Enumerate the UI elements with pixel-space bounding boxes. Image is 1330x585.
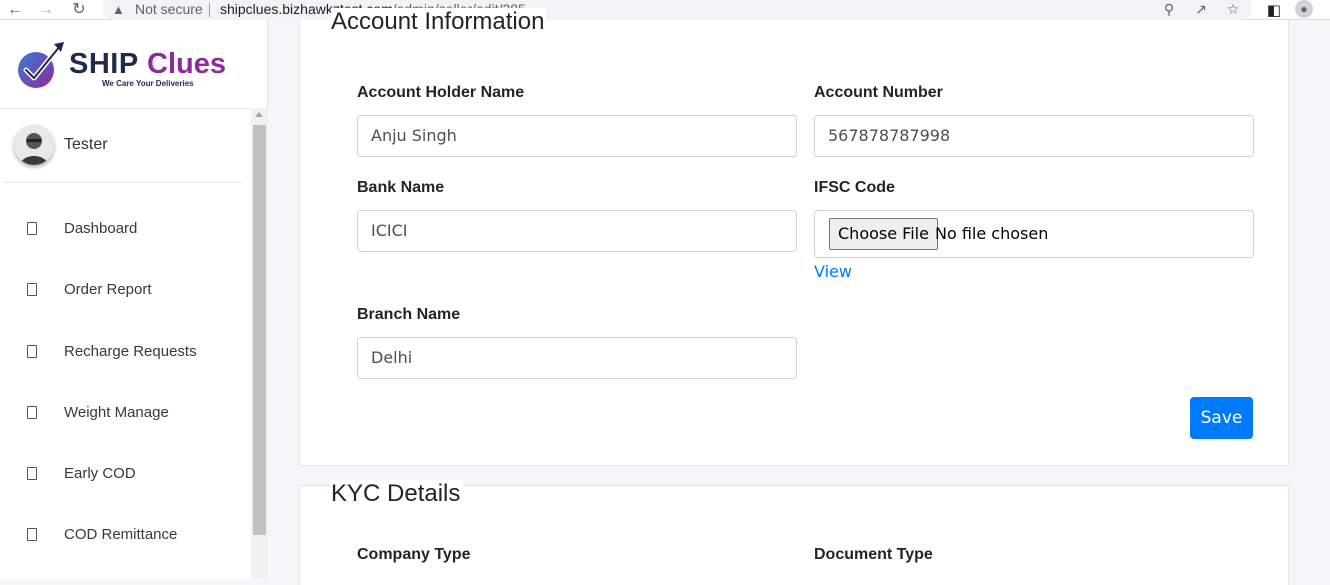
profile-avatar-icon[interactable]: ●: [1295, 0, 1313, 18]
logo-mark-icon: [18, 42, 64, 88]
account-holder-name-input[interactable]: Anju Singh: [357, 115, 797, 157]
forward-arrow-icon[interactable]: →: [37, 1, 55, 19]
ifsc-file-input[interactable]: Choose File No file chosen: [814, 210, 1254, 258]
scroll-thumb[interactable]: [253, 125, 266, 535]
side-panel-icon[interactable]: ◧: [1265, 1, 1283, 19]
sidebar-divider: [0, 108, 268, 109]
sidebar-item-label: Recharge Requests: [64, 343, 197, 360]
user-avatar-icon: [14, 125, 54, 165]
bank-name-input[interactable]: ICICI: [357, 210, 797, 252]
sidebar-item-recharge-requests[interactable]: Recharge Requests: [0, 343, 250, 383]
account-information-card: Account Information Account Holder Name …: [299, 8, 1289, 466]
choose-file-button[interactable]: Choose File: [829, 218, 938, 250]
sidebar-item-label: COD Remittance: [64, 526, 178, 543]
sidebar: SHIP Clues We Care Your Deliveries Teste…: [0, 20, 268, 579]
account-number-label: Account Number: [814, 84, 943, 101]
brand-name-clues: Clues: [147, 48, 226, 80]
security-status[interactable]: Not secure: [135, 1, 203, 17]
browser-toolbar: ← → ↻ ▲ Not secure shipclues.bizhawkztes…: [0, 0, 1330, 20]
sidebar-scrollbar[interactable]: [251, 108, 268, 579]
scroll-up-arrow-icon[interactable]: [255, 112, 263, 117]
account-information-heading: Account Information: [331, 8, 547, 36]
ifsc-code-label: IFSC Code: [814, 179, 895, 196]
sidebar-item-cod-remittance[interactable]: COD Remittance: [0, 526, 250, 566]
kyc-details-card: KYC Details Company Type Document Type: [299, 480, 1289, 585]
sidebar-item-dashboard[interactable]: Dashboard: [0, 220, 250, 260]
menu-square-icon: [27, 528, 37, 541]
menu-square-icon: [27, 467, 37, 480]
brand-name-ship: SHIP: [69, 48, 139, 80]
user-name: Tester: [64, 136, 108, 153]
user-divider: [4, 182, 242, 183]
branch-name-label: Branch Name: [357, 306, 461, 323]
brand-tagline: We Care Your Deliveries: [102, 79, 194, 88]
document-type-label: Document Type: [814, 546, 933, 563]
sidebar-item-label: Dashboard: [64, 220, 138, 237]
account-number-input[interactable]: 567878787998: [814, 115, 1254, 157]
warning-icon[interactable]: ▲: [112, 2, 125, 17]
sidebar-item-label: Early COD: [64, 465, 136, 482]
company-type-label: Company Type: [357, 546, 471, 563]
main-content: Account Information Account Holder Name …: [269, 8, 1330, 585]
view-file-link[interactable]: View: [814, 262, 852, 281]
share-icon[interactable]: ↗: [1192, 1, 1210, 18]
brand-logo[interactable]: SHIP Clues We Care Your Deliveries: [14, 36, 244, 92]
menu-square-icon: [27, 406, 37, 419]
branch-name-input[interactable]: Delhi: [357, 337, 797, 379]
kyc-details-heading: KYC Details: [331, 480, 463, 508]
menu-square-icon: [27, 345, 37, 358]
account-holder-name-label: Account Holder Name: [357, 84, 525, 101]
sidebar-item-weight-manage[interactable]: Weight Manage: [0, 404, 250, 444]
sidebar-item-label: Weight Manage: [64, 404, 169, 421]
bank-name-label: Bank Name: [357, 179, 445, 196]
bookmark-star-icon[interactable]: ☆: [1224, 1, 1242, 18]
save-button[interactable]: Save: [1190, 397, 1253, 439]
back-arrow-icon[interactable]: ←: [6, 1, 24, 19]
sidebar-item-label: Order Report: [64, 281, 152, 298]
sidebar-item-order-report[interactable]: Order Report: [0, 281, 250, 321]
avatar: [14, 125, 54, 165]
address-separator: [209, 3, 210, 17]
zoom-icon[interactable]: ⚲: [1160, 1, 1178, 18]
sidebar-item-early-cod[interactable]: Early COD: [0, 465, 250, 505]
menu-square-icon: [27, 283, 37, 296]
menu-square-icon: [27, 222, 37, 235]
file-status-text: No file chosen: [935, 224, 1049, 243]
reload-icon[interactable]: ↻: [70, 1, 88, 19]
